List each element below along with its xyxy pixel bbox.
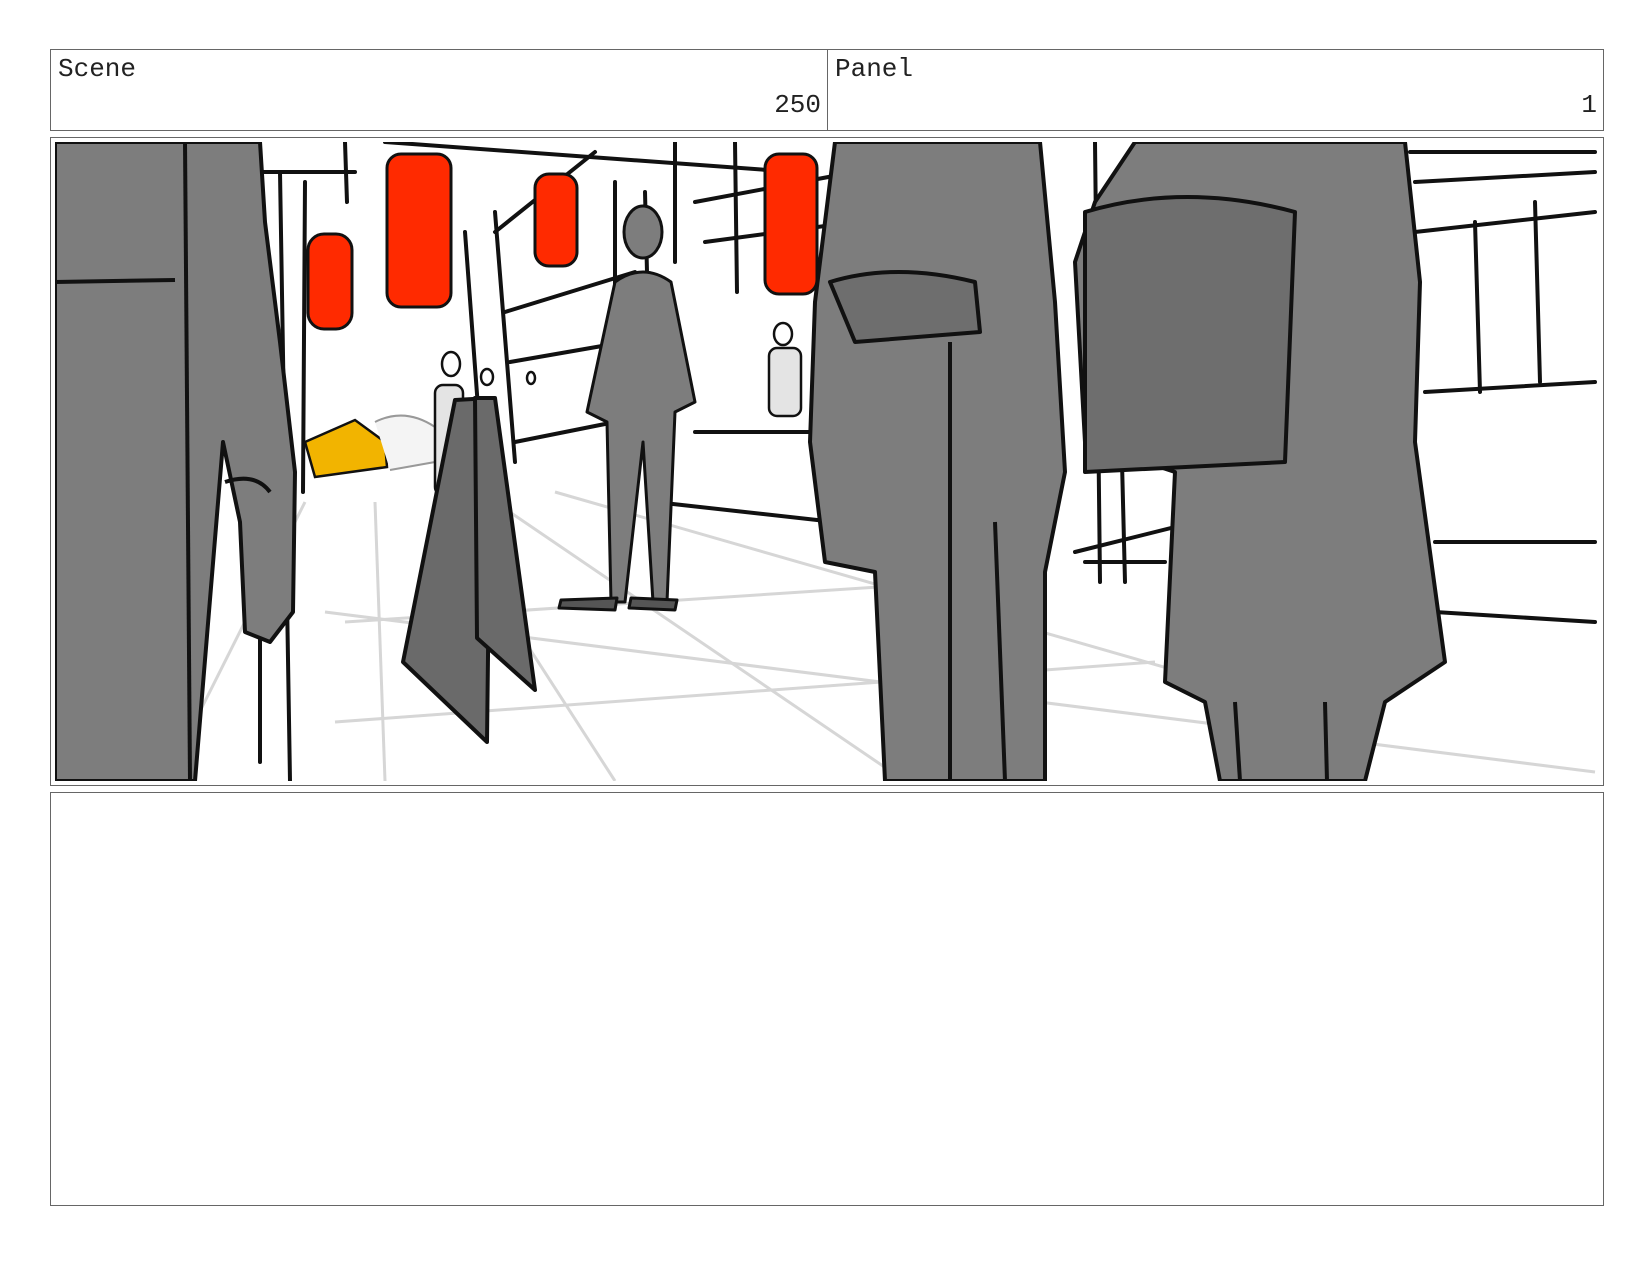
notes-box[interactable] [50, 792, 1604, 1206]
lantern-2 [385, 152, 453, 309]
panel-number: 1 [1581, 90, 1597, 120]
panel-cell: Panel 1 [828, 50, 1603, 130]
lantern-4 [763, 152, 819, 296]
lantern-1 [306, 232, 354, 331]
scene-label: Scene [58, 54, 137, 84]
storyboard-sketch [55, 142, 1597, 781]
figure-right [1073, 142, 1447, 781]
scene-cell: Scene 250 [51, 50, 828, 130]
storyboard-header: Scene 250 Panel 1 [50, 49, 1604, 131]
panel-label: Panel [835, 54, 914, 84]
taxi [303, 414, 436, 479]
storyboard-frame [50, 137, 1604, 786]
lantern-3 [533, 172, 579, 268]
man-midground [557, 204, 697, 612]
red-lanterns [306, 152, 819, 331]
scene-number: 250 [774, 90, 821, 120]
